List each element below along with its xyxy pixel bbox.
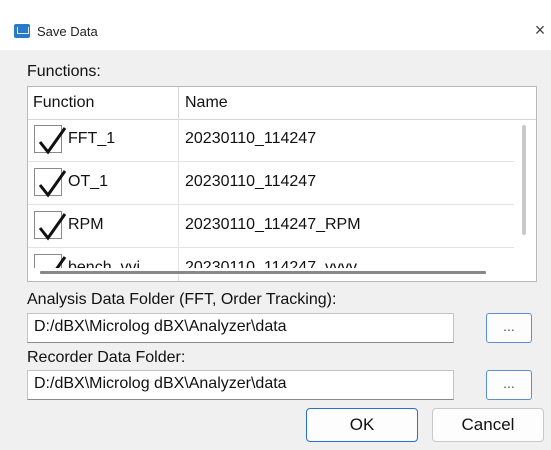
function-cell: RPM xyxy=(68,216,104,233)
checkmark-icon xyxy=(55,256,67,268)
row-checkbox[interactable] xyxy=(34,168,67,198)
vertical-scrollbar[interactable] xyxy=(518,121,530,271)
checkmark-icon xyxy=(38,127,67,155)
analysis-folder-input[interactable]: D:/dBX\Microlog dBX\Analyzer\data xyxy=(27,313,454,343)
horizontal-scrollbar-thumb[interactable] xyxy=(40,271,486,274)
table-row[interactable]: FFT_1 20230110_114247 xyxy=(28,119,514,162)
vertical-scrollbar-thumb[interactable] xyxy=(522,125,526,235)
checkmark-icon xyxy=(38,170,67,198)
functions-label: Functions: xyxy=(27,63,101,80)
function-cell: FFT_1 xyxy=(68,130,116,147)
recorder-folder-input[interactable]: D:/dBX\Microlog dBX\Analyzer\data xyxy=(27,370,454,400)
save-data-dialog: Save Data × Functions: Function Name FFT… xyxy=(0,0,551,450)
recorder-folder-browse-button[interactable]: ... xyxy=(486,370,532,400)
close-icon[interactable]: × xyxy=(531,20,549,40)
column-header-name[interactable]: Name xyxy=(185,94,228,112)
name-cell[interactable]: 20230110_114247_RPM xyxy=(185,216,361,234)
top-strip xyxy=(0,0,551,16)
row-checkbox[interactable] xyxy=(34,254,67,268)
app-icon xyxy=(14,24,30,38)
checkmark-icon xyxy=(38,213,67,241)
functions-table: Function Name FFT_1 20230110_114247 OT_1… xyxy=(27,86,537,282)
column-divider[interactable] xyxy=(178,87,179,119)
recorder-folder-label: Recorder Data Folder: xyxy=(27,349,186,366)
name-cell[interactable]: 20230110_114247_vvvv xyxy=(185,259,357,268)
row-checkbox[interactable] xyxy=(34,211,67,241)
column-header-function[interactable]: Function xyxy=(33,94,94,112)
ok-button[interactable]: OK xyxy=(306,408,418,442)
table-header: Function Name xyxy=(28,87,536,120)
analysis-folder-browse-button[interactable]: ... xyxy=(486,313,532,343)
cancel-button[interactable]: Cancel xyxy=(432,408,544,442)
function-cell: OT_1 xyxy=(68,173,109,190)
table-row[interactable]: bench_vvi 20230110_114247_vvvv xyxy=(28,248,514,268)
row-checkbox[interactable] xyxy=(34,125,67,155)
window-title: Save Data xyxy=(37,24,98,39)
table-row[interactable]: OT_1 20230110_114247 xyxy=(28,162,514,205)
horizontal-scrollbar[interactable] xyxy=(30,269,516,279)
function-cell: bench_vvi xyxy=(68,259,141,268)
name-cell[interactable]: 20230110_114247 xyxy=(185,173,316,191)
analysis-folder-label: Analysis Data Folder (FFT, Order Trackin… xyxy=(27,291,337,308)
name-cell[interactable]: 20230110_114247 xyxy=(185,130,316,148)
table-row[interactable]: RPM 20230110_114247_RPM xyxy=(28,205,514,248)
